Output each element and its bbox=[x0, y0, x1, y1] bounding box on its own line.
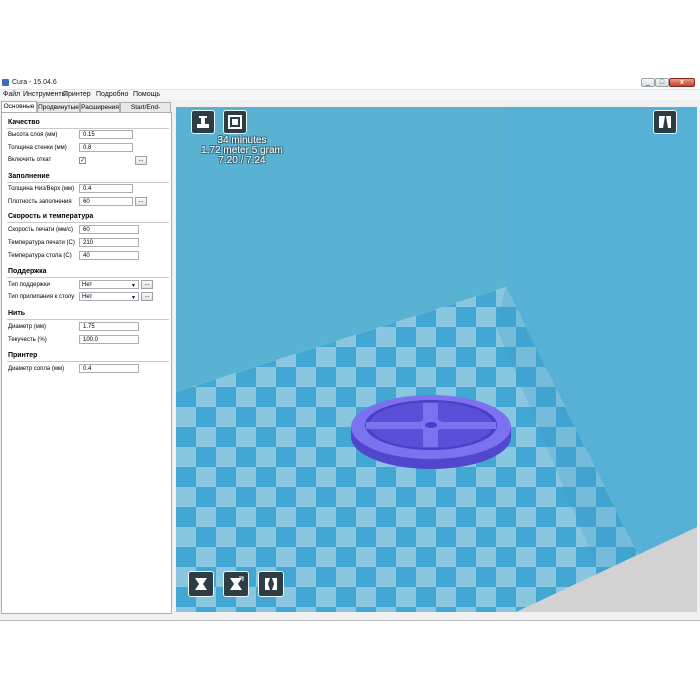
tab-start-end-gcode[interactable]: Start/End-GCode bbox=[120, 102, 171, 121]
window-title: Cura - 15.04.6 bbox=[12, 79, 57, 86]
settings-panel: Основные Продвинутые Расширения Start/En… bbox=[0, 101, 173, 614]
platform-adhesion-label: Тип прилипания к столу bbox=[8, 294, 75, 300]
chevron-down-icon: ▼ bbox=[131, 283, 136, 289]
settings-tabs: Основные Продвинутые Расширения Start/En… bbox=[1, 101, 173, 121]
layer-height-input[interactable]: 0.15 bbox=[79, 130, 133, 139]
minimize-icon: _ bbox=[646, 79, 650, 86]
retraction-checkbox[interactable]: ✓ bbox=[79, 157, 86, 164]
print-speed-label: Скорость печати (мм/с) bbox=[8, 227, 73, 233]
wall-thickness-label: Толщина стенки (мм) bbox=[8, 145, 67, 151]
application-window: Cura - 15.04.6 _ □ x Файл Инструменты Пр… bbox=[0, 77, 700, 621]
retraction-label: Включить откат bbox=[8, 157, 52, 163]
retraction-settings-button[interactable]: ... bbox=[135, 156, 147, 165]
wall-thickness-input[interactable]: 0.8 bbox=[79, 143, 133, 152]
menu-bar: Файл Инструменты Принтер Подробно Помощь bbox=[0, 90, 700, 100]
adhesion-settings-button[interactable]: ... bbox=[141, 292, 153, 301]
section-speed-title: Скорость и температура bbox=[8, 213, 94, 220]
filament-diameter-input[interactable]: 1.75 bbox=[79, 322, 139, 331]
tab-advanced[interactable]: Продвинутые bbox=[37, 102, 80, 112]
load-model-icon[interactable] bbox=[191, 110, 215, 134]
menu-file[interactable]: Файл bbox=[3, 91, 20, 98]
filament-diameter-label: Диаметр (мм) bbox=[8, 324, 47, 330]
section-divider bbox=[7, 361, 169, 362]
section-quality-title: Качество bbox=[8, 119, 40, 126]
close-button[interactable]: x bbox=[669, 78, 695, 87]
section-support-title: Поддержка bbox=[8, 268, 47, 275]
section-machine-title: Принтер bbox=[8, 352, 38, 359]
support-type-select[interactable]: Нет ▼ bbox=[79, 280, 139, 289]
chevron-down-icon: ▼ bbox=[131, 295, 136, 301]
print-temp-input[interactable]: 210 bbox=[79, 238, 139, 247]
cura-app-icon bbox=[2, 79, 9, 86]
platform-adhesion-value: Нет bbox=[82, 294, 93, 300]
3d-model-wheel[interactable] bbox=[351, 395, 511, 469]
menu-printer[interactable]: Принтер bbox=[63, 91, 91, 98]
scale-icon[interactable] bbox=[223, 571, 249, 597]
3d-viewport[interactable]: 34 minutes 1.72 meter 5 gram 7.20 / 7.24 bbox=[176, 107, 697, 612]
fill-density-label: Плотность заполнения bbox=[8, 199, 72, 205]
menu-tools[interactable]: Инструменты bbox=[23, 91, 67, 98]
basic-settings-form: Качество Высота слоя (мм) 0.15 Толщина с… bbox=[1, 112, 172, 614]
section-divider bbox=[7, 319, 169, 320]
fill-density-input[interactable]: 60 bbox=[79, 197, 133, 206]
section-divider bbox=[7, 277, 169, 278]
bottom-top-thickness-input[interactable]: 0.4 bbox=[79, 184, 133, 193]
menu-help[interactable]: Помощь bbox=[133, 91, 160, 98]
rotate-icon[interactable] bbox=[188, 571, 214, 597]
support-type-label: Тип поддержки bbox=[8, 282, 50, 288]
close-icon: x bbox=[680, 79, 684, 86]
print-temp-label: Температура печати (С) bbox=[8, 240, 75, 246]
print-cost-stat: 7.20 / 7.24 bbox=[218, 155, 266, 166]
filament-flow-input[interactable]: 100.0 bbox=[79, 335, 139, 344]
layer-height-label: Высота слоя (мм) bbox=[8, 132, 58, 138]
mirror-icon[interactable] bbox=[258, 571, 284, 597]
print-speed-input[interactable]: 60 bbox=[79, 225, 139, 234]
title-bar: Cura - 15.04.6 _ □ x bbox=[0, 77, 700, 90]
fill-settings-button[interactable]: ... bbox=[135, 197, 147, 206]
build-volume-scene bbox=[176, 107, 697, 612]
section-divider bbox=[7, 182, 169, 183]
support-type-value: Нет bbox=[82, 282, 93, 288]
bed-temp-input[interactable]: 40 bbox=[79, 251, 139, 260]
section-fill-title: Заполнение bbox=[8, 173, 50, 180]
view-mode-icon[interactable] bbox=[653, 110, 677, 134]
section-divider bbox=[7, 128, 169, 129]
bed-temp-label: Температура стола (С) bbox=[8, 253, 72, 259]
bottom-top-thickness-label: Толщина Низ/Верх (мм) bbox=[8, 186, 75, 192]
support-settings-button[interactable]: ... bbox=[141, 280, 153, 289]
tab-plugins[interactable]: Расширения bbox=[80, 102, 120, 112]
tab-basic[interactable]: Основные bbox=[1, 101, 37, 112]
maximize-button[interactable]: □ bbox=[655, 78, 669, 87]
minimize-button[interactable]: _ bbox=[641, 78, 655, 87]
filament-flow-label: Текучесть (%) bbox=[8, 337, 47, 343]
section-divider bbox=[7, 222, 169, 223]
nozzle-size-input[interactable]: 0.4 bbox=[79, 364, 139, 373]
platform-adhesion-select[interactable]: Нет ▼ bbox=[79, 292, 139, 301]
section-filament-title: Нить bbox=[8, 310, 26, 317]
save-gcode-icon[interactable] bbox=[223, 110, 247, 134]
menu-expert[interactable]: Подробно bbox=[96, 91, 128, 98]
nozzle-size-label: Диаметр сопла (мм) bbox=[8, 366, 65, 372]
maximize-icon: □ bbox=[659, 79, 665, 86]
